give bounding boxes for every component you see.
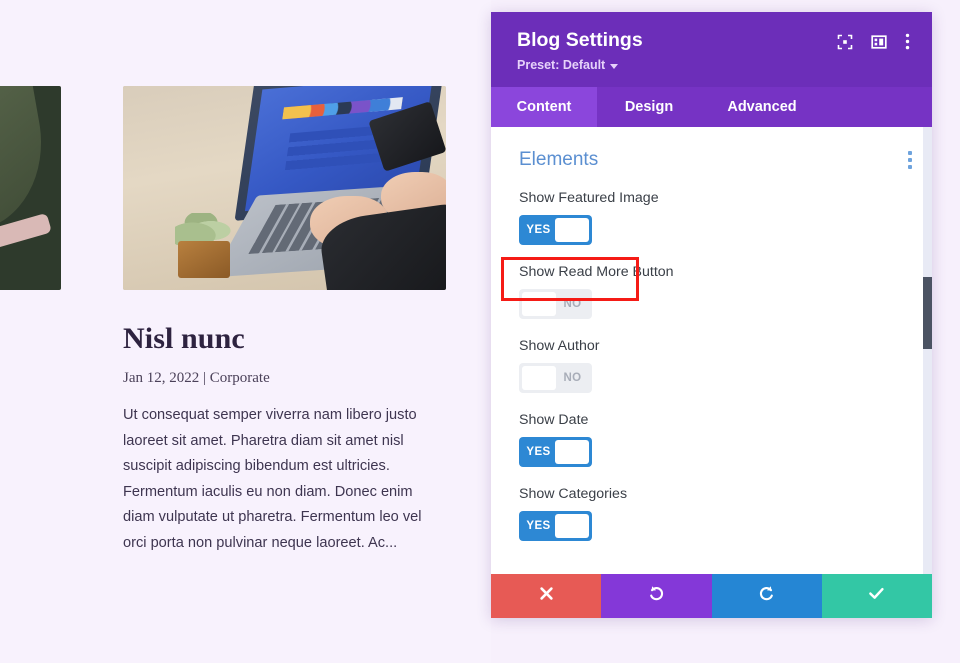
cancel-button[interactable] <box>491 574 602 618</box>
excerpt-line: t duis. <box>0 306 61 332</box>
tab-advanced[interactable]: Advanced <box>701 87 823 127</box>
toggle-knob <box>522 292 556 317</box>
toggle-knob <box>555 218 589 243</box>
toggle-show-featured-image[interactable]: YES <box>519 215 592 246</box>
toggle-value: YES <box>526 520 551 533</box>
field-label: Show Read More Button <box>519 264 674 281</box>
undo-icon <box>647 584 666 608</box>
field-show-categories: Show Categories YES <box>491 486 932 542</box>
laptop-desk-photo <box>123 86 446 290</box>
preset-selector[interactable]: Preset: Default <box>517 58 643 72</box>
settings-panel-body: Elements Show Featured Image YES Show Re… <box>491 127 932 574</box>
excerpt-line: sed <box>0 434 61 460</box>
redo-icon <box>757 584 776 608</box>
undo-button[interactable] <box>601 574 712 618</box>
field-label: Show Date <box>519 412 589 429</box>
field-show-read-more-button: Show Read More Button NO <box>491 264 932 320</box>
toggle-value: YES <box>526 224 551 237</box>
post-featured-image[interactable] <box>123 86 446 290</box>
blog-post-partial: t duis. at ctum. stas ue sed <box>0 86 61 459</box>
toggle-knob <box>522 366 556 391</box>
focus-target-icon[interactable] <box>837 34 853 50</box>
toggle-show-author[interactable]: NO <box>519 363 592 394</box>
toggle-value: NO <box>563 298 582 311</box>
modal-tabs: Content Design Advanced <box>491 87 932 128</box>
excerpt-line: ue <box>0 408 61 434</box>
toggle-show-categories[interactable]: YES <box>519 511 592 542</box>
scrollbar-thumb[interactable] <box>923 277 932 350</box>
save-button[interactable] <box>821 574 932 618</box>
toggle-value: NO <box>563 372 582 385</box>
modal-header-titles: Blog Settings Preset: Default <box>517 29 643 72</box>
excerpt-line: ctum. <box>0 357 61 383</box>
toggle-show-date[interactable]: YES <box>519 437 592 468</box>
green-sleeve-photo <box>0 86 61 290</box>
toggle-knob <box>555 514 589 539</box>
tab-content[interactable]: Content <box>491 87 597 128</box>
toggle-show-read-more-button[interactable]: NO <box>519 289 592 320</box>
modal-footer <box>491 574 932 618</box>
modal-header-actions <box>837 29 910 50</box>
chevron-down-icon <box>610 63 619 69</box>
blog-preview-canvas: t duis. at ctum. stas ue sed Nisl nunc <box>0 0 491 663</box>
post-title[interactable]: Nisl nunc <box>123 322 446 356</box>
layout-panel-icon[interactable] <box>871 34 887 50</box>
close-icon <box>538 585 555 607</box>
toggle-knob <box>555 440 589 465</box>
post-featured-image-partial[interactable] <box>0 86 61 290</box>
settings-scrollbar[interactable] <box>923 127 932 574</box>
post-meta: Jan 12, 2022 | Corporate <box>123 370 270 386</box>
blog-post-main: Nisl nunc Jan 12, 2022 | Corporate Ut co… <box>123 86 446 556</box>
field-show-featured-image: Show Featured Image YES <box>491 190 932 246</box>
field-label: Show Categories <box>519 486 628 503</box>
checkmark-icon <box>867 584 886 608</box>
blog-settings-modal: Blog Settings Preset: Default Content De… <box>491 12 932 618</box>
excerpt-line: stas <box>0 383 61 409</box>
field-label: Show Featured Image <box>519 190 659 207</box>
elements-group-title[interactable]: Elements <box>519 149 598 171</box>
redo-button[interactable] <box>711 574 822 618</box>
modal-title: Blog Settings <box>517 29 643 51</box>
overflow-menu-icon[interactable] <box>905 33 910 50</box>
modal-header: Blog Settings Preset: Default <box>491 12 932 88</box>
post-excerpt: Ut consequat semper viverra nam libero j… <box>123 407 422 551</box>
kebab-menu-icon[interactable] <box>908 151 912 170</box>
preset-label: Preset: Default <box>517 58 606 73</box>
excerpt-line: at <box>0 332 61 358</box>
field-show-date: Show Date YES <box>491 412 932 468</box>
elements-group-header: Elements <box>491 127 932 171</box>
toggle-value: YES <box>526 446 551 459</box>
post-excerpt-partial: t duis. at ctum. stas ue sed <box>0 306 61 459</box>
tab-design[interactable]: Design <box>597 87 701 127</box>
field-show-author: Show Author NO <box>491 338 932 394</box>
field-label: Show Author <box>519 338 600 355</box>
